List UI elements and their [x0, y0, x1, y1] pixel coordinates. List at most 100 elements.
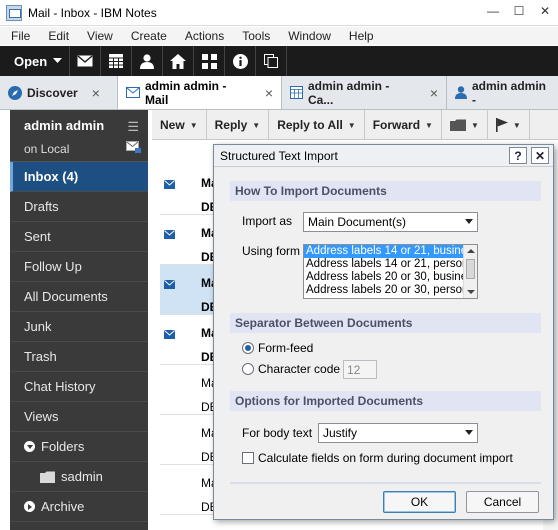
toolbar-info-button[interactable] [225, 46, 256, 76]
tab-discover[interactable]: Discover × [0, 76, 118, 109]
expand-arrow-icon[interactable] [24, 501, 35, 512]
sidebar-item-archive[interactable]: Archive [10, 492, 148, 522]
tab-contacts[interactable]: admin admin - [447, 76, 558, 109]
window-title: Mail - Inbox - IBM Notes [28, 5, 157, 20]
toolbar-home-button[interactable] [163, 46, 194, 76]
mail-action-bar: New ▼ Reply ▼ Reply to All ▼ Forward ▼ ▼ ▼ [152, 110, 558, 140]
character-code-label: Character code [258, 362, 341, 376]
sidebar-item-sadmin[interactable]: sadmin [10, 462, 148, 492]
menu-help[interactable]: Help [338, 29, 381, 43]
unread-envelope-icon [164, 178, 175, 192]
list-item[interactable]: Address labels 20 or 30, busines [304, 271, 464, 284]
person-icon [140, 53, 154, 69]
calendar-icon [109, 54, 123, 68]
sidebar-item-views[interactable]: Views [10, 402, 148, 432]
calculate-fields-label: Calculate fields on form during document… [258, 451, 513, 465]
unread-envelope-icon [164, 328, 175, 342]
body-text-select[interactable]: Justify [318, 423, 478, 443]
follow-up-button[interactable]: ▼ [488, 110, 530, 140]
cancel-button[interactable]: Cancel [466, 491, 539, 513]
sidebar-header: admin admin on Local ☰ [10, 110, 148, 162]
close-window-icon[interactable]: ✕ [532, 0, 558, 22]
sidebar-item-junk[interactable]: Junk [10, 312, 148, 342]
collapse-arrow-icon[interactable] [24, 441, 35, 452]
flag-icon [495, 118, 508, 132]
menu-file[interactable]: File [0, 29, 37, 43]
reply-all-button[interactable]: Reply to All ▼ [269, 110, 365, 140]
form-listbox[interactable]: Address labels 14 or 21, busines Address… [303, 244, 478, 299]
form-feed-radio[interactable] [242, 342, 254, 354]
title-bar: Mail - Inbox - IBM Notes — ☐ ✕ [0, 0, 558, 26]
sidebar-item-all-documents[interactable]: All Documents [10, 282, 148, 312]
sidebar-item-trash[interactable]: Trash [10, 342, 148, 372]
person-icon [455, 86, 467, 99]
menu-create[interactable]: Create [120, 29, 174, 43]
info-icon [232, 53, 248, 69]
home-icon [170, 53, 186, 69]
sidebar-item-label: Trash [24, 349, 57, 364]
scroll-thumb[interactable] [466, 259, 475, 279]
move-to-folder-button[interactable]: ▼ [442, 110, 488, 140]
dialog-title: Structured Text Import [220, 148, 338, 163]
toolbar-windows-button[interactable] [256, 46, 287, 76]
tab-mail[interactable]: admin admin - Mail × [118, 76, 282, 109]
forward-button[interactable]: Forward ▼ [365, 110, 442, 140]
envelope-icon [77, 55, 93, 67]
ok-button[interactable]: OK [383, 491, 456, 513]
sidebar-item-label: Views [24, 409, 59, 424]
scroll-down-icon[interactable] [467, 290, 475, 294]
section-header-separator: Separator Between Documents [230, 313, 541, 333]
menu-tools[interactable]: Tools [231, 29, 277, 43]
toolbar-calendar-button[interactable] [101, 46, 132, 76]
scroll-up-icon[interactable] [467, 249, 475, 253]
character-code-radio[interactable] [242, 363, 254, 375]
tab-strip: Discover × admin admin - Mail × admin ad… [0, 76, 558, 110]
minimize-icon[interactable]: — [480, 0, 506, 22]
tab-mail-label: admin admin - Mail [145, 78, 227, 107]
menu-actions[interactable]: Actions [174, 29, 231, 43]
open-button[interactable]: Open [0, 46, 70, 76]
sidebar-item-label: Drafts [24, 199, 59, 214]
toolbar-contacts-button[interactable] [132, 46, 163, 76]
maximize-icon[interactable]: ☐ [506, 0, 532, 22]
calendar-icon [290, 86, 303, 99]
sidebar-item-label: Chat History [24, 379, 96, 394]
listbox-scrollbar[interactable] [463, 245, 477, 298]
sidebar-item-inbox[interactable]: Inbox (4) [10, 162, 148, 192]
unread-envelope-icon [164, 228, 175, 242]
body-text-value: Justify [323, 426, 358, 440]
close-tab-icon[interactable]: × [430, 85, 438, 101]
calculate-fields-checkbox[interactable] [242, 452, 254, 464]
new-button[interactable]: New ▼ [152, 110, 207, 140]
close-tab-icon[interactable]: × [265, 85, 273, 101]
folder-icon [449, 119, 466, 131]
import-as-select[interactable]: Main Document(s) [303, 212, 478, 232]
sidebar-item-drafts[interactable]: Drafts [10, 192, 148, 222]
menu-edit[interactable]: Edit [37, 29, 76, 43]
window-controls: — ☐ ✕ [480, 0, 558, 22]
list-item[interactable]: Address labels 20 or 30, persona [304, 284, 464, 297]
sidebar-menu-icon[interactable]: ☰ [127, 119, 139, 135]
import-as-label: Import as [242, 214, 293, 228]
sidebar-item-follow-up[interactable]: Follow Up [10, 252, 148, 282]
tab-discover-label: Discover [27, 85, 78, 100]
menu-view[interactable]: View [76, 29, 120, 43]
close-tab-icon[interactable]: × [92, 85, 100, 101]
sidebar-item-chat-history[interactable]: Chat History [10, 372, 148, 402]
help-icon[interactable]: ? [509, 147, 527, 164]
list-item[interactable]: Address labels 14 or 21, persona [304, 258, 464, 271]
grid-apps-icon [201, 53, 217, 69]
sidebar-item-folders[interactable]: Folders [10, 432, 148, 462]
sidebar-item-label: Archive [41, 499, 85, 514]
sidebar-item-sent[interactable]: Sent [10, 222, 148, 252]
tab-calendar[interactable]: admin admin - Ca... × [282, 76, 447, 109]
toolbar-mail-button[interactable] [70, 46, 101, 76]
character-code-input[interactable]: 12 [343, 360, 377, 379]
close-icon[interactable]: ✕ [531, 147, 549, 164]
menu-window[interactable]: Window [277, 29, 338, 43]
character-code-value: 12 [347, 362, 361, 377]
chevron-down-icon: ▼ [347, 120, 356, 130]
toolbar-applications-button[interactable] [194, 46, 225, 76]
reply-button[interactable]: Reply ▼ [207, 110, 270, 140]
list-item[interactable]: Address labels 14 or 21, busines [304, 245, 464, 258]
